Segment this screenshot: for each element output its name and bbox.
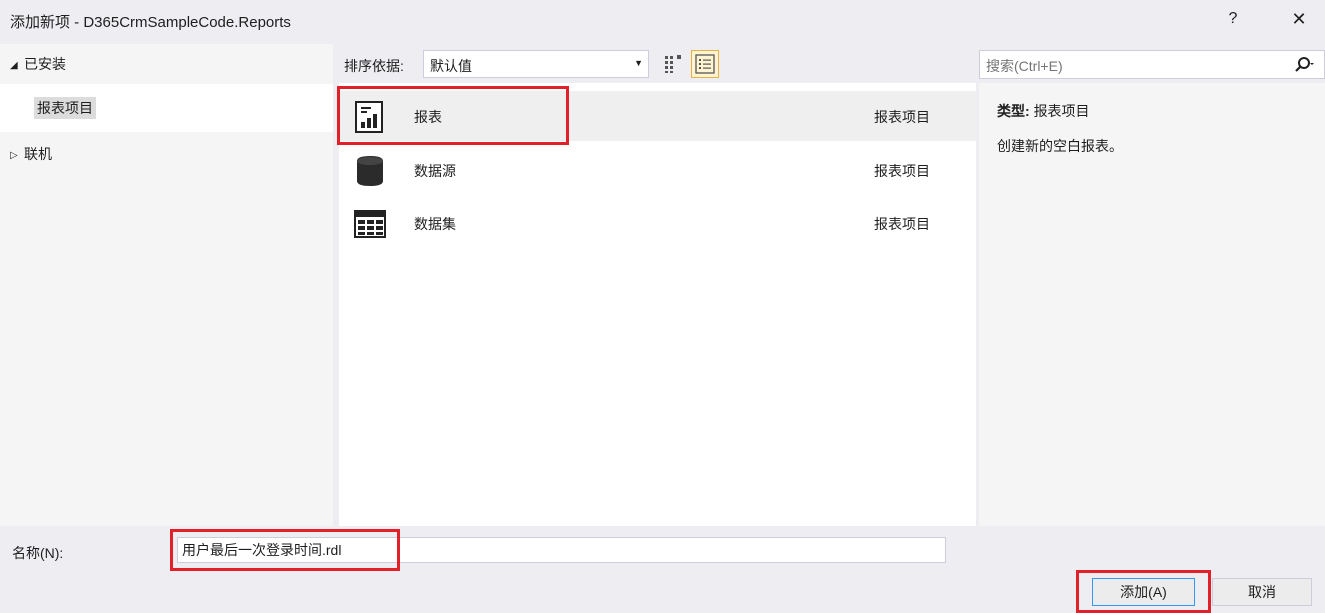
list-view-icon[interactable] bbox=[691, 50, 719, 78]
search-icon[interactable] bbox=[1294, 55, 1316, 75]
list-item-datasource[interactable]: 数据源 报表项目 bbox=[339, 145, 976, 195]
name-input[interactable] bbox=[177, 537, 946, 563]
search-input[interactable] bbox=[984, 55, 1278, 76]
list-item-category: 报表项目 bbox=[874, 163, 930, 179]
tree-node-report-project[interactable]: 报表项目 bbox=[0, 84, 333, 132]
collapse-triangle-icon: ◢ bbox=[10, 59, 18, 71]
list-item-category: 报表项目 bbox=[874, 216, 930, 232]
dataset-icon bbox=[353, 207, 387, 241]
sort-dropdown[interactable]: 默认值 ▼ bbox=[423, 50, 649, 78]
cancel-button[interactable]: 取消 bbox=[1212, 578, 1312, 606]
tree-node-installed[interactable]: ◢ 已安装 bbox=[10, 54, 66, 74]
sort-dropdown-value: 默认值 bbox=[430, 58, 472, 74]
list-item-report[interactable]: 报表 报表项目 bbox=[339, 91, 976, 141]
template-tree: ◢ 已安装 报表项目 ▷ 联机 bbox=[0, 44, 333, 526]
datasource-icon bbox=[353, 154, 387, 188]
template-list: 报表 报表项目 数据源 报表项目 数据集 报表项目 bbox=[339, 83, 976, 526]
expand-triangle-icon: ▷ bbox=[10, 149, 18, 161]
details-description: 创建新的空白报表。 bbox=[997, 138, 1123, 154]
sort-label: 排序依据: bbox=[344, 58, 404, 74]
tree-node-report-project-label: 报表项目 bbox=[34, 97, 96, 119]
list-item-category: 报表项目 bbox=[874, 109, 930, 125]
details-type-value: 报表项目 bbox=[1033, 103, 1090, 119]
details-type: 类型: 报表项目 bbox=[997, 101, 1090, 121]
details-panel: 类型: 报表项目 创建新的空白报表。 bbox=[979, 83, 1325, 526]
tree-node-installed-label: 已安装 bbox=[24, 56, 66, 72]
list-item-name: 数据源 bbox=[414, 163, 456, 179]
report-icon bbox=[353, 100, 387, 134]
list-item-dataset[interactable]: 数据集 报表项目 bbox=[339, 198, 976, 248]
list-item-name: 数据集 bbox=[414, 216, 456, 232]
dropdown-arrow-icon: ▼ bbox=[634, 58, 643, 68]
help-button[interactable]: ? bbox=[1218, 4, 1248, 34]
list-item-name: 报表 bbox=[414, 109, 442, 125]
close-button[interactable]: ✕ bbox=[1282, 4, 1316, 34]
window-title: 添加新项 - D365CrmSampleCode.Reports bbox=[10, 14, 291, 31]
search-box bbox=[979, 50, 1325, 79]
add-button[interactable]: 添加(A) bbox=[1092, 578, 1195, 606]
name-label: 名称(N): bbox=[12, 545, 64, 561]
details-type-label: 类型: bbox=[997, 103, 1030, 119]
tree-node-online[interactable]: ▷ 联机 bbox=[10, 144, 52, 164]
small-icons-view-icon[interactable] bbox=[660, 51, 686, 77]
tree-node-online-label: 联机 bbox=[24, 146, 52, 162]
